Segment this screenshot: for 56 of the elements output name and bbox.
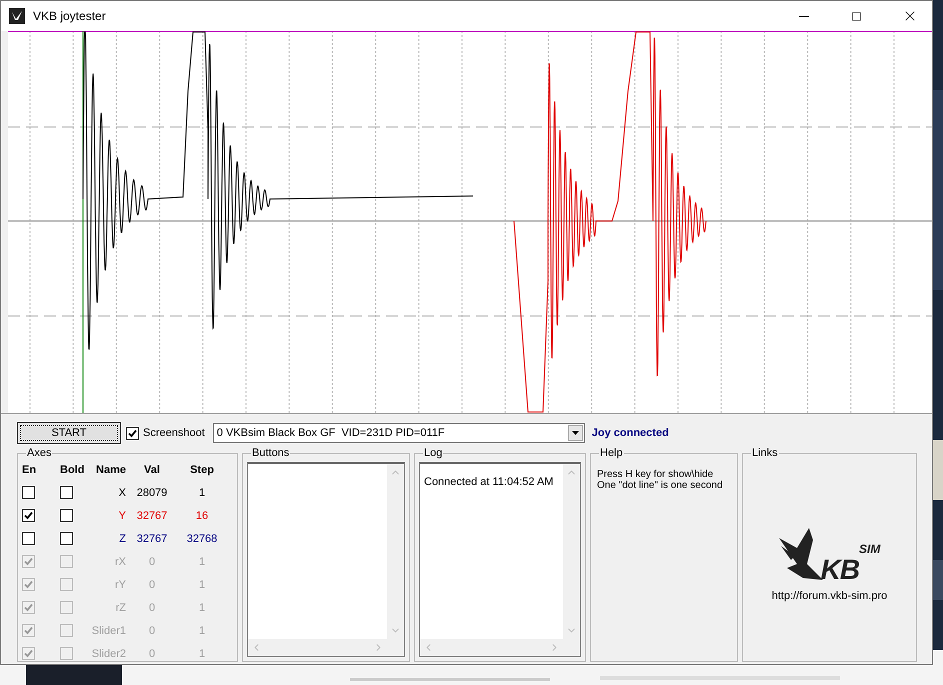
axis-value: 0 xyxy=(148,578,156,590)
connection-status: Joy connected xyxy=(592,427,669,439)
axis-name: Y xyxy=(118,510,126,522)
dropdown-icon xyxy=(572,431,579,435)
column-header: Name xyxy=(95,464,126,476)
column-header: En xyxy=(22,464,38,476)
help-line: One "dot line" is one second xyxy=(597,480,724,491)
axis-name: X xyxy=(118,486,126,498)
axis-step: 1 xyxy=(178,556,226,568)
axis-name: Slider1 xyxy=(90,624,126,636)
axis-value: 32767 xyxy=(136,532,168,544)
group-title: Axes xyxy=(26,448,52,458)
axis-name: rZ xyxy=(114,602,126,614)
logo-text: KB xyxy=(820,554,860,586)
axis-value: 0 xyxy=(148,624,156,636)
bold-checkbox[interactable] xyxy=(60,486,73,499)
enable-checkbox[interactable] xyxy=(22,509,35,522)
enable-checkbox[interactable] xyxy=(22,532,35,545)
maximize-icon xyxy=(851,10,862,22)
axis-step: 1 xyxy=(178,486,226,498)
group-title: Buttons xyxy=(251,448,290,458)
group-title: Help xyxy=(599,448,624,458)
window-title: VKB joytester xyxy=(33,9,107,23)
axis-name: rX xyxy=(114,556,126,568)
axis-step: 16 xyxy=(178,510,226,522)
screenshoot-checkbox[interactable] xyxy=(126,426,139,440)
list-box[interactable]: Connected at 11:04:52 AM xyxy=(419,462,581,657)
axis-step: 32768 xyxy=(178,532,226,544)
bold-checkbox[interactable] xyxy=(60,509,73,522)
axis-step: 1 xyxy=(178,602,226,614)
axis-value: 32767 xyxy=(136,510,168,522)
logo-superscript: SIM xyxy=(859,542,880,556)
forum-link[interactable]: http://forum.vkb-sim.pro xyxy=(772,590,888,602)
axis-name: Slider2 xyxy=(90,648,126,660)
axis-name: Z xyxy=(118,532,126,544)
column-header: Bold xyxy=(60,464,86,476)
axis-value: 0 xyxy=(148,648,156,660)
axis-step: 1 xyxy=(178,648,226,660)
device-select[interactable]: 0 VKBsim Black Box GF VID=231D PID=011F xyxy=(212,423,585,443)
axis-value: 0 xyxy=(148,556,156,568)
column-header: Val xyxy=(143,464,161,476)
checkbox-label: Screenshoot xyxy=(143,427,205,439)
start-button[interactable]: START xyxy=(17,422,121,444)
group-title: Links xyxy=(751,448,779,458)
axis-value: 0 xyxy=(148,602,156,614)
axis-step: 1 xyxy=(178,578,226,590)
bold-checkbox[interactable] xyxy=(60,532,73,545)
help-line: Press H key for show\hide xyxy=(597,469,714,480)
column-header: Step xyxy=(189,464,215,476)
bird-icon xyxy=(9,8,25,24)
axis-value: 28079 xyxy=(136,486,168,498)
enable-checkbox[interactable] xyxy=(22,486,35,499)
axis-step: 1 xyxy=(178,624,226,636)
group-title: Log xyxy=(423,448,444,458)
axis-name: rY xyxy=(114,578,126,590)
log-line: Connected at 11:04:52 AM xyxy=(424,476,554,488)
